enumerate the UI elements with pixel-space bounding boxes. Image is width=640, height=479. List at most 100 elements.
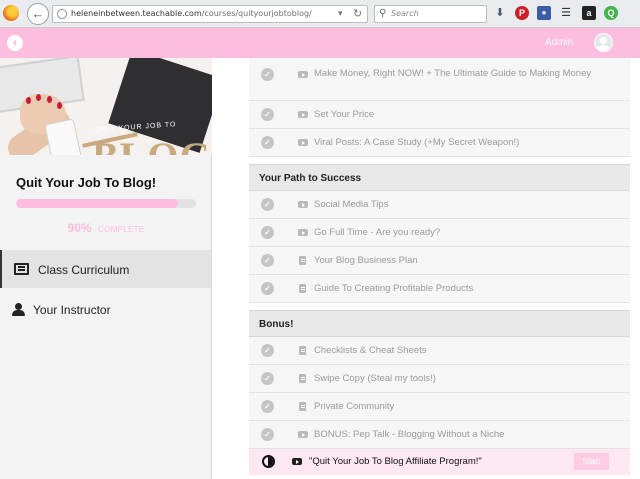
lecture-row[interactable]: ✓ Go Full Time - Are you ready? <box>249 219 630 247</box>
nail-graphic <box>47 96 52 103</box>
app-header: ‹ Admin <box>0 28 640 58</box>
video-icon <box>298 71 308 78</box>
site-info-icon[interactable] <box>57 9 67 19</box>
nail-graphic <box>57 102 62 109</box>
lecture-title: Go Full Time - Are you ready? <box>314 227 441 238</box>
browser-search-box[interactable]: ⚲ Search <box>374 5 487 23</box>
checkmark-icon: ✓ <box>261 136 274 149</box>
document-icon <box>299 256 306 265</box>
lecture-row[interactable]: ✓ Social Media Tips <box>249 191 630 219</box>
video-icon <box>298 431 308 438</box>
curriculum-section: ✓ Make Money, Right NOW! + The Ultimate … <box>249 58 630 157</box>
section-header: Bonus! <box>249 310 630 337</box>
green-extension-icon[interactable]: Q <box>604 6 618 20</box>
firefox-logo-icon <box>3 5 19 21</box>
lecture-title: Private Community <box>314 401 395 412</box>
amazon-icon[interactable]: a <box>582 6 596 20</box>
section-title: Bonus! <box>259 319 294 330</box>
lecture-row[interactable]: ✓ Checklists & Cheat Sheets <box>249 337 630 365</box>
user-name[interactable]: Admin <box>545 37 573 48</box>
search-placeholder: Search <box>391 9 419 18</box>
document-icon <box>299 346 306 355</box>
url-host: heleneinbetween.teachable.com <box>71 9 202 18</box>
address-bar[interactable]: heleneinbetween.teachable.com/courses/qu… <box>52 5 368 23</box>
document-icon <box>299 374 306 383</box>
curriculum-section: ✓ Social Media Tips ✓ Go Full Time - Are… <box>249 191 630 303</box>
checkmark-icon: ✓ <box>261 226 274 239</box>
lecture-row[interactable]: ✓ Swipe Copy (Steal my tools!) <box>249 365 630 393</box>
course-sidebar: QUIT YOUR JOB TO BLOG Quit Your Job To B… <box>0 58 212 479</box>
video-icon <box>292 458 302 465</box>
cover-title: BLOG <box>92 137 212 156</box>
extension-icon[interactable]: ● <box>537 6 551 20</box>
checkmark-icon: ✓ <box>261 108 274 121</box>
curriculum-section: ✓ Checklists & Cheat Sheets ✓ Swipe Copy… <box>249 337 630 449</box>
section-title: Your Path to Success <box>259 173 362 184</box>
lecture-row[interactable]: ✓ Your Blog Business Plan <box>249 247 630 275</box>
progress-bar <box>16 199 196 208</box>
checkmark-icon: ✓ <box>261 344 274 357</box>
sidebar-item-class-curriculum[interactable]: Class Curriculum <box>0 250 211 288</box>
lecture-row[interactable]: ✓ Guide To Creating Profitable Products <box>249 275 630 303</box>
nail-graphic <box>26 97 31 104</box>
section-header: Your Path to Success <box>249 164 630 191</box>
checkmark-icon: ✓ <box>261 68 274 81</box>
progress-complete-label: COMPLETE <box>98 225 145 234</box>
url-path: /courses/quityourjobtoblog/ <box>201 9 312 18</box>
lecture-title: Your Blog Business Plan <box>314 255 418 266</box>
course-title: Quit Your Job To Blog! <box>16 175 157 190</box>
user-icon <box>12 303 27 316</box>
progress-fill <box>16 199 178 208</box>
course-cover-image: QUIT YOUR JOB TO BLOG <box>0 58 212 155</box>
lecture-row[interactable]: ✓ Viral Posts: A Case Study (+My Secret … <box>249 129 630 157</box>
checkmark-icon: ✓ <box>261 254 274 267</box>
url-dropdown-icon[interactable]: ▾ <box>338 8 343 19</box>
search-icon: ⚲ <box>379 8 387 19</box>
chevron-left-icon[interactable]: ‹ <box>7 35 23 51</box>
url-text: heleneinbetween.teachable.com/courses/qu… <box>71 9 312 18</box>
document-icon <box>299 402 306 411</box>
nail-graphic <box>36 94 41 101</box>
reload-icon[interactable]: ↻ <box>353 7 362 20</box>
browser-back-button[interactable]: ← <box>27 3 49 25</box>
lecture-row[interactable]: ✓ BONUS: Pep Talk - Blogging Without a N… <box>249 421 630 449</box>
list-icon <box>14 263 29 275</box>
lecture-row[interactable]: ✓ Set Your Price <box>249 101 630 129</box>
checkmark-icon: ✓ <box>261 282 274 295</box>
video-icon <box>298 139 308 146</box>
lecture-title: BONUS: Pep Talk - Blogging Without a Nic… <box>314 429 505 440</box>
browser-toolbar: ← heleneinbetween.teachable.com/courses/… <box>0 0 640 28</box>
layers-icon[interactable]: ☰ <box>559 6 573 20</box>
lecture-title: Guide To Creating Profitable Products <box>314 283 474 294</box>
start-button[interactable]: Start <box>574 453 609 470</box>
video-icon <box>298 201 308 208</box>
phone-graphic <box>44 118 82 155</box>
progress-label: 90% COMPLETE <box>16 219 196 237</box>
sidebar-item-your-instructor[interactable]: Your Instructor <box>0 290 211 328</box>
lecture-title: "Quit Your Job To Blog Affiliate Program… <box>309 456 482 467</box>
lecture-title: Swipe Copy (Steal my tools!) <box>314 373 436 384</box>
lecture-row[interactable]: ✓ Make Money, Right NOW! + The Ultimate … <box>249 58 630 101</box>
lecture-title: Set Your Price <box>314 109 375 120</box>
lecture-title: Make Money, Right NOW! + The Ultimate Gu… <box>314 68 592 79</box>
lecture-title: Checklists & Cheat Sheets <box>314 345 427 356</box>
progress-percent: 90% <box>67 221 92 235</box>
checkmark-icon: ✓ <box>261 400 274 413</box>
document-icon <box>299 284 306 293</box>
sidebar-item-label: Your Instructor <box>33 303 111 317</box>
lecture-title: Social Media Tips <box>314 199 389 210</box>
half-circle-icon <box>262 455 275 468</box>
lecture-title: Viral Posts: A Case Study (+My Secret We… <box>314 137 520 148</box>
lecture-row[interactable]: ✓ Private Community <box>249 393 630 421</box>
download-icon[interactable]: ⬇ <box>493 6 507 20</box>
pinterest-icon[interactable]: P <box>515 6 529 20</box>
checkmark-icon: ✓ <box>261 198 274 211</box>
curriculum-panel: ✓ Make Money, Right NOW! + The Ultimate … <box>212 58 640 479</box>
checkmark-icon: ✓ <box>261 372 274 385</box>
video-icon <box>298 229 308 236</box>
checkmark-icon: ✓ <box>261 428 274 441</box>
video-icon <box>298 111 308 118</box>
current-lecture-row[interactable]: "Quit Your Job To Blog Affiliate Program… <box>249 449 630 475</box>
avatar[interactable] <box>594 33 613 52</box>
sidebar-item-label: Class Curriculum <box>38 263 130 277</box>
